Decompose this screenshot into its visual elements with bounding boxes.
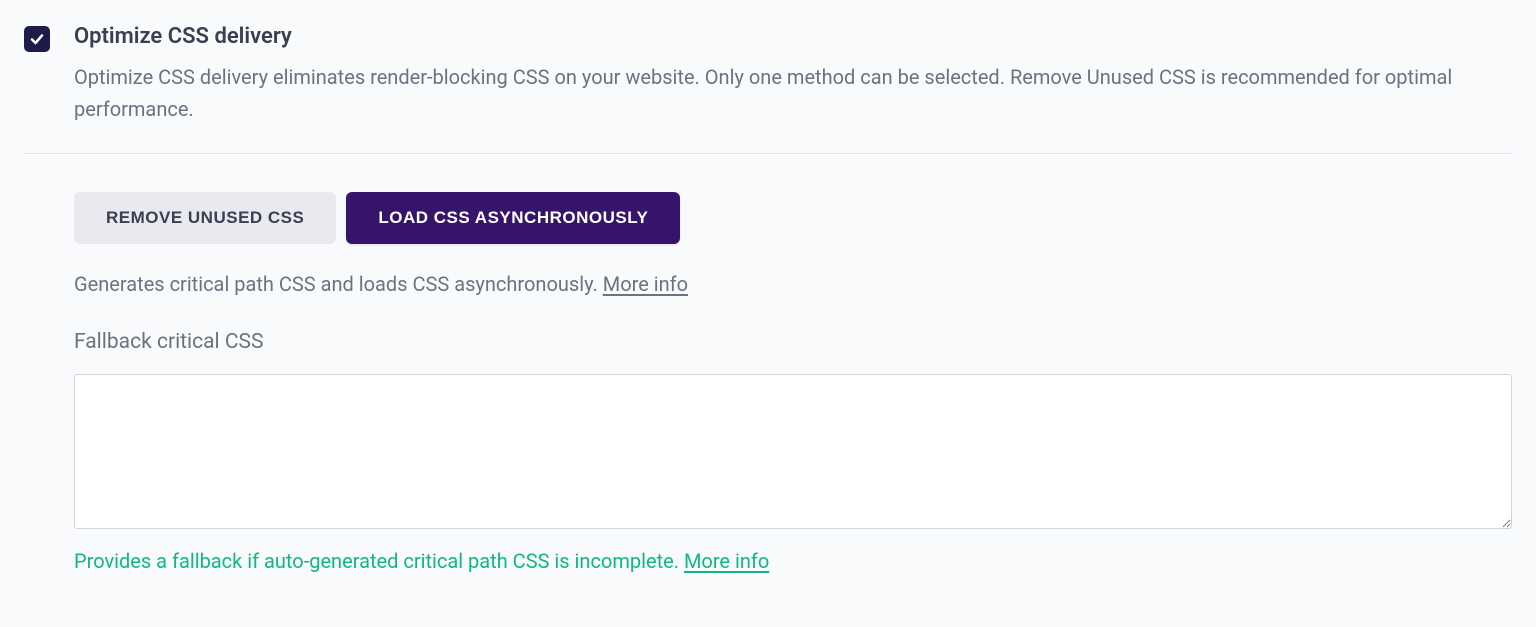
- checkmark-icon: [29, 31, 45, 47]
- fallback-critical-css-textarea[interactable]: [74, 374, 1512, 529]
- main-content: Remove Unused CSS Load CSS Asynchronousl…: [24, 192, 1512, 573]
- fallback-more-info-link[interactable]: More info: [684, 549, 769, 573]
- css-method-tabs: Remove Unused CSS Load CSS Asynchronousl…: [74, 192, 1512, 244]
- fallback-label: Fallback critical CSS: [74, 330, 1512, 354]
- tab-remove-unused-css[interactable]: Remove Unused CSS: [74, 192, 336, 244]
- setting-text: Optimize CSS delivery Optimize CSS deliv…: [74, 24, 1512, 125]
- divider: [24, 153, 1512, 154]
- setting-description: Optimize CSS delivery eliminates render-…: [74, 61, 1512, 125]
- tab-description: Generates critical path CSS and loads CS…: [74, 272, 1512, 296]
- fallback-help-text-content: Provides a fallback if auto-generated cr…: [74, 549, 684, 573]
- tab-load-css-async[interactable]: Load CSS Asynchronously: [346, 192, 680, 244]
- fallback-help-text: Provides a fallback if auto-generated cr…: [74, 549, 1512, 573]
- checkbox-wrapper: [24, 24, 50, 52]
- setting-title: Optimize CSS delivery: [74, 24, 1512, 49]
- more-info-link[interactable]: More info: [603, 272, 688, 296]
- setting-header: Optimize CSS delivery Optimize CSS deliv…: [24, 24, 1512, 125]
- tab-description-text: Generates critical path CSS and loads CS…: [74, 272, 603, 296]
- optimize-css-setting: Optimize CSS delivery Optimize CSS deliv…: [24, 24, 1512, 573]
- optimize-css-checkbox[interactable]: [24, 26, 50, 52]
